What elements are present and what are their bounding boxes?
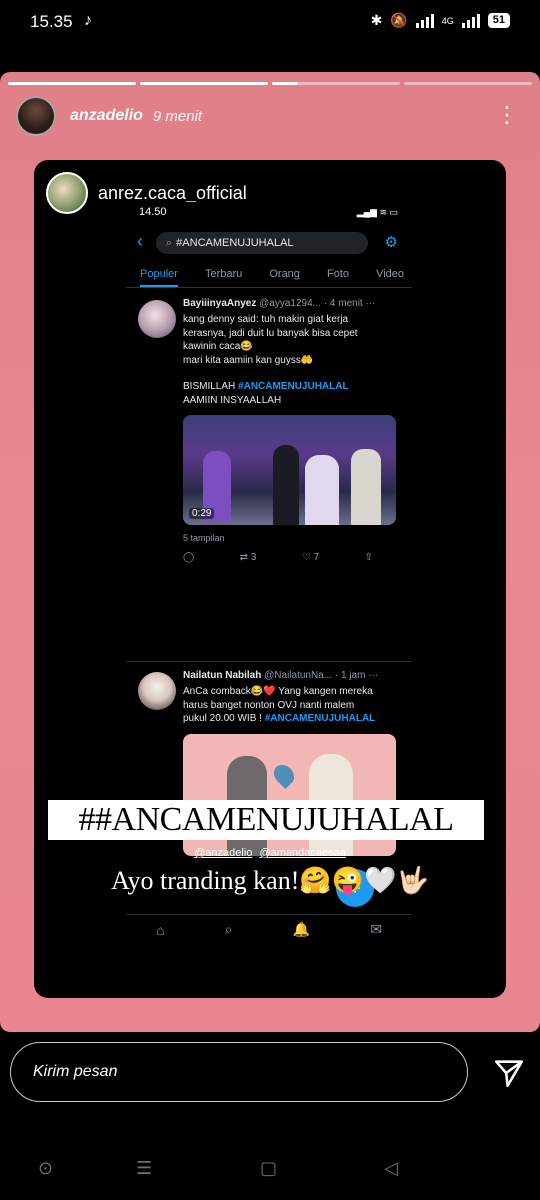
tab-foto: Foto [326,268,349,280]
hashtag-banner: ##ANCAMENUJUHALAL [48,800,484,840]
tweet-line: kawinin caca😂 [183,341,253,352]
mute-icon: 🔕 [390,12,408,28]
tweet-text: AnCa comback😂❤️ Yang kangen mereka harus… [183,685,405,726]
retweet-icon: ⇄ 3 [239,552,257,563]
card-username: anrez.caca_official [98,182,247,203]
system-nav-bar: ⊙ ☰ ▢ ◁ [0,1140,540,1200]
video-duration: 0:29 [189,508,215,519]
search-icon: ⌕ [166,237,173,249]
more-vertical-icon[interactable]: ⋮ [496,104,518,126]
assistant-icon[interactable]: ⊙ [38,1158,53,1179]
tweet-handle: @NailatunNa... [264,670,333,681]
bluetooth-icon: ✱ [370,12,383,28]
tweet: BayiiinyaAnyez @ayya1294... · 4 menit ··… [126,292,412,662]
story-username[interactable]: anzadelio [70,107,143,125]
twitter-time: 14.50 [139,206,167,218]
twitter-search-field: ⌕ #ANCAMENUJUHALAL [156,232,368,254]
tab-orang: Orang [269,268,300,280]
signal-icon-2 [461,13,480,28]
tweet-text: kang denny said: tuh makin giat kerja ke… [183,313,405,407]
search-query: #ANCAMENUJUHALAL [176,237,294,249]
mention-link[interactable]: @amandacaesaa [259,847,345,859]
tweet-meta: Nailatun Nabilah @NailatunNa... · 1 jam … [183,670,405,681]
like-icon: ♡ 7 [301,552,320,563]
signal-icon [415,13,434,28]
story-view[interactable]: anzadelio 9 menit ⋮ anrez.caca_official … [0,72,540,1032]
tweet-line: AAMIIN INSYAALLAH [183,394,282,406]
progress-segment [272,82,400,85]
avatar [46,172,88,214]
share-icon: ⇧ [364,552,373,563]
tiktok-icon: ♪ [84,12,92,29]
progress-segment [404,82,532,85]
story-timestamp: 9 menit [152,107,203,125]
twitter-bottom-nav: ⌂ ⌕ 🔔 ✉ [126,914,412,944]
progress-segment [140,82,268,85]
tweet-hashtag: #ANCAMENUJUHALAL [238,381,349,392]
tweet-line: AnCa comback😂❤️ Yang kangen mereka [183,686,373,697]
video-figure [273,445,299,525]
tweet-meta: BayiiinyaAnyez @ayya1294... · 4 menit ··… [183,298,405,309]
home-icon: ⌂ [156,921,165,938]
story-progress [8,82,532,85]
tab-populer: Populer [140,264,178,287]
tab-video: Video [376,268,404,280]
menu-icon[interactable]: ☰ [136,1158,152,1179]
tweet-time: · 1 jam ··· [334,670,379,681]
tweet-hashtag: #ANCAMENUJUHALAL [264,713,376,724]
like-count: 7 [313,552,320,563]
video-figure [351,449,381,525]
twitter-screenshot: 14.50 ▂▄▆ ≋ ▭ ‹ ⌕ #ANCAMENUJUHALAL ⚙ Popu… [126,202,412,938]
twitter-status-icons: ▂▄▆ ≋ ▭ [356,207,398,217]
status-bar: 15.35 ♪ ✱ 🔕 4G 51 [0,0,540,46]
battery-icon: 51 [487,13,510,28]
reply-icon: ◯ [183,552,195,563]
message-bar: Kirim pesan [0,1032,540,1132]
tweet-actions: ◯ ⇄ 3 ♡ 7 ⇧ [183,552,373,563]
tweet-handle: @ayya1294... [259,298,322,309]
tweet-views: 5 tampilan [183,533,225,543]
mail-icon: ✉ [370,921,382,937]
story-header: anzadelio 9 menit [16,96,202,136]
tweet-line: BISMILLAH [183,381,239,392]
network-type: 4G [441,15,454,26]
twitter-tabs: Populer Terbaru Orang Foto Video [126,264,412,288]
mention-link[interactable]: @anzadelio [194,847,252,859]
tweet-video: 0:29 [183,415,396,525]
tweet-line: kang denny said: tuh makin giat kerja [183,314,349,325]
avatar[interactable] [16,96,56,136]
send-icon[interactable] [492,1056,526,1090]
tab-terbaru: Terbaru [204,268,243,280]
tweet-time: · 4 menit ··· [323,298,376,309]
heart-balloon [269,760,299,789]
story-card: anrez.caca_official 14.50 ▂▄▆ ≋ ▭ ‹ ⌕ #AN… [34,160,506,998]
tweet-line: mari kita aamiin kan guyss🤲 [183,354,314,366]
back-icon[interactable]: ◁ [384,1158,398,1179]
tweet-line: harus banget nonton OVJ nanti malem [183,699,355,711]
status-time: 15.35 [30,12,73,31]
filter-icon: ⚙ [384,234,398,251]
tweet-avatar [138,672,176,710]
home-icon[interactable]: ▢ [260,1158,277,1179]
back-arrow-icon: ‹ [137,231,143,251]
story-mentions: @anzadelio @amandacaesaa [34,847,506,859]
message-input[interactable]: Kirim pesan [10,1042,468,1102]
progress-segment [8,82,136,85]
notification-icon: 🔔 [292,921,311,937]
tweet-line: kerasnya, jadi duit lu banyak bisa cepet [183,327,358,339]
video-figure [305,455,339,525]
tweet-author: Nailatun Nabilah [183,670,262,681]
tweet-line: pukul 20.00 WIB ! [183,713,265,724]
retweet-count: 3 [250,552,257,563]
status-icons: ✱ 🔕 4G 51 [371,12,510,29]
search-icon: ⌕ [224,921,233,937]
tweet-author: BayiiinyaAnyez [183,298,257,309]
story-caption: Ayo tranding kan!🤗😜🤍🤟🏻 [111,866,429,895]
tweet-avatar [138,300,176,338]
